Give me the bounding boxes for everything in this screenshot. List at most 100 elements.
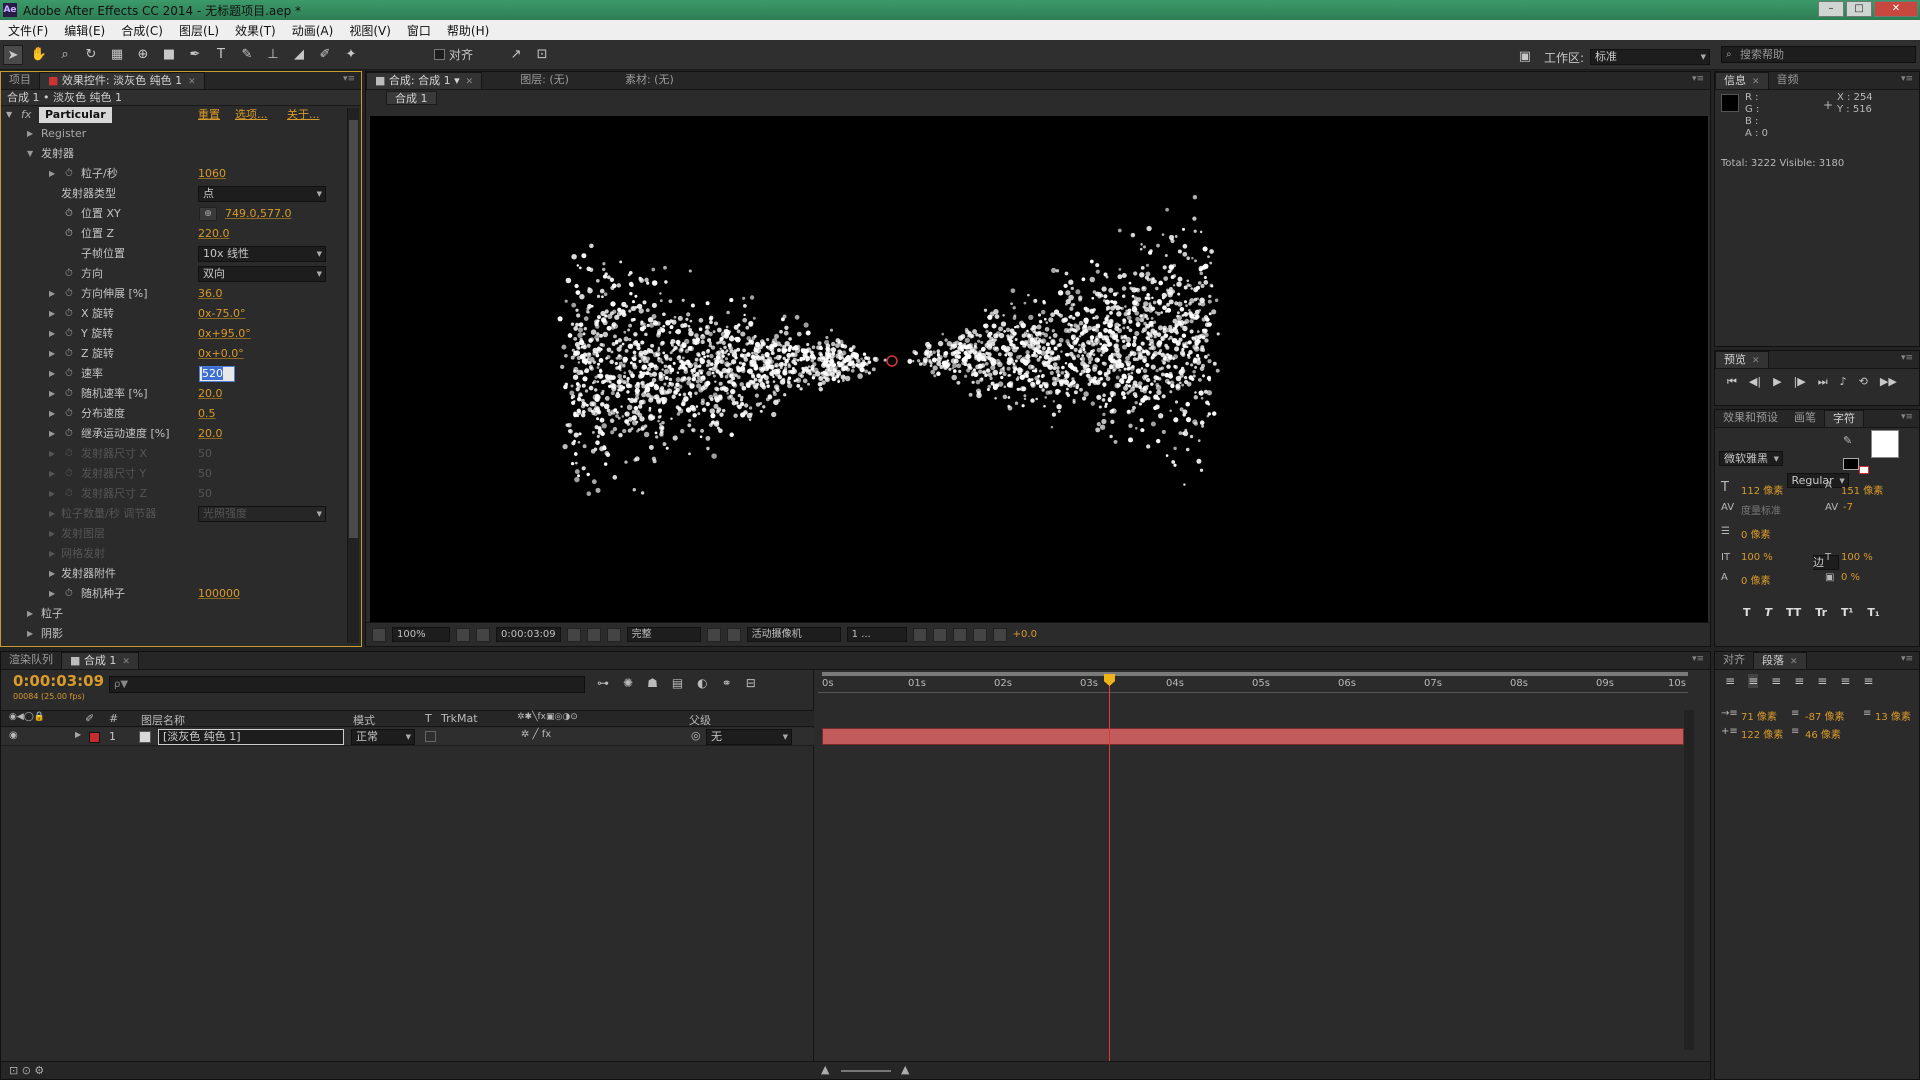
frame-blending-icon[interactable]: ▤ (672, 676, 683, 690)
justify-all-icon[interactable]: ≡ (1863, 674, 1873, 688)
pan-behind-tool-icon[interactable]: ⊕ (133, 45, 153, 65)
parent-select[interactable]: 无 (706, 729, 792, 745)
property-row[interactable]: ⏱ ⏱ 位置 XY ⊕ 749.0,577.0 (1, 204, 361, 224)
align-left-icon[interactable]: ≡ (1725, 674, 1735, 688)
property-value[interactable]: 0.5 (198, 404, 216, 424)
layer-label-color[interactable] (89, 732, 100, 743)
stopwatch-icon[interactable]: ⏱ (65, 444, 73, 464)
property-row[interactable]: ▶ ⏱ 发射器尺寸 X 50 (1, 444, 361, 464)
snap-icon[interactable]: ↗ (506, 45, 526, 65)
tab-audio[interactable]: 音频 (1769, 72, 1807, 89)
small-caps-button[interactable]: Tr (1815, 606, 1827, 619)
options-link[interactable]: 选项... (235, 106, 268, 124)
close-tab-icon[interactable]: ✕ (188, 77, 196, 87)
indent-right-field[interactable]: -87 像素 (1805, 708, 1845, 723)
menu-composition[interactable]: 合成(C) (113, 22, 171, 39)
property-dropdown[interactable]: 光照强度 (198, 506, 326, 522)
property-value[interactable]: 20.0 (198, 424, 223, 444)
collapse-triangle-icon[interactable]: ▼ (6, 106, 12, 124)
property-row[interactable]: ▶ 粒子数量/秒 调节器 光照强度 (1, 504, 361, 524)
stopwatch-icon[interactable]: ⏱ (65, 344, 73, 364)
stopwatch-icon[interactable]: ⏱ (65, 384, 73, 404)
expand-triangle-icon[interactable]: ▶ (75, 730, 81, 739)
reset-link[interactable]: 重置 (198, 106, 220, 124)
eraser-icon[interactable]: ◢ (289, 45, 309, 65)
baseline-shift-field[interactable]: 0 像素 (1741, 572, 1771, 587)
column-layer-name[interactable]: 图层名称 (141, 712, 185, 728)
property-value[interactable]: 0x+0.0° (198, 344, 244, 364)
collapse-triangle-icon[interactable]: ▼ (27, 144, 33, 164)
panel-menu-icon[interactable]: ▾≡ (1901, 412, 1913, 422)
expand-triangle-icon[interactable]: ▶ (49, 484, 55, 504)
zoom-in-icon[interactable]: ▲ (901, 1063, 909, 1076)
property-value[interactable]: 749.0,577.0 (225, 204, 291, 224)
property-row[interactable]: ▶ ⏱ 方向伸展 [%] 36.0 (1, 284, 361, 304)
stopwatch-icon[interactable]: ⏱ (65, 204, 73, 224)
expand-triangle-icon[interactable]: ▶ (49, 404, 55, 424)
property-value[interactable]: 100000 (198, 584, 240, 604)
property-row[interactable]: ⏱ ⏱ 位置 Z 220.0 (1, 224, 361, 244)
panel-menu-icon[interactable]: ▾≡ (1901, 74, 1913, 84)
stopwatch-icon[interactable]: ⏱ (65, 424, 73, 444)
grid-snap-icon[interactable]: ⊡ (532, 45, 552, 65)
timeline-scrollbar[interactable] (1684, 710, 1694, 1050)
tracking-field[interactable]: -7 (1843, 502, 1853, 513)
property-dropdown[interactable]: 点 (198, 186, 326, 202)
effect-controls-scrollbar[interactable] (347, 108, 359, 643)
transparency-grid-icon[interactable] (726, 627, 741, 642)
stopwatch-icon[interactable]: ⏱ (65, 284, 73, 304)
close-tab-icon[interactable]: ✕ (466, 77, 474, 87)
font-style-select[interactable]: Regular (1786, 473, 1849, 488)
toggle-switches-icon[interactable]: ⊡ ⊙ ⚙ (9, 1064, 44, 1077)
parent-pickwhip-icon[interactable]: ◎ (691, 729, 701, 742)
justify-right-icon[interactable]: ≡ (1840, 674, 1850, 688)
align-checkbox[interactable] (434, 49, 445, 60)
stopwatch-icon[interactable]: ⏱ (65, 464, 73, 484)
tab-footage[interactable]: 素材: (无) (617, 72, 682, 89)
minimize-button[interactable]: – (1818, 1, 1844, 17)
property-row[interactable]: ▶ ⏱ 发射器尺寸 Z 50 (1, 484, 361, 504)
eye-icon[interactable]: ◉ (9, 730, 18, 741)
property-row[interactable]: ▶ 发射图层 (1, 524, 361, 544)
exposure-value[interactable]: +0.0 (1013, 629, 1037, 640)
workspace-select[interactable]: 标准 (1590, 49, 1710, 65)
expand-triangle-icon[interactable]: ▶ (27, 624, 33, 644)
tab-brushes[interactable]: 画笔 (1786, 410, 1824, 427)
tab-timeline-comp[interactable]: ■ 合成 1 ✕ (61, 652, 139, 669)
expand-triangle-icon[interactable]: ▶ (49, 544, 55, 564)
stopwatch-icon[interactable]: ⏱ (65, 584, 73, 604)
menu-view[interactable]: 视图(V) (341, 22, 399, 39)
superscript-button[interactable]: T¹ (1841, 606, 1853, 619)
property-row[interactable]: ⏱ 方向 双向 (1, 264, 361, 284)
velocity-edit-field[interactable]: 520 (199, 366, 235, 382)
zoom-slider[interactable] (841, 1070, 891, 1072)
fast-preview-icon[interactable] (932, 627, 947, 642)
property-value[interactable]: 50 (198, 444, 212, 464)
expand-triangle-icon[interactable]: ▶ (49, 464, 55, 484)
stopwatch-icon[interactable]: ⏱ (65, 264, 73, 284)
indent-left-field[interactable]: 71 像素 (1741, 708, 1777, 723)
expand-triangle-icon[interactable]: ▶ (49, 324, 55, 344)
first-frame-icon[interactable]: ⏮ (1727, 375, 1737, 389)
property-row[interactable]: ▶ ⏱ 速率 520 (1, 364, 361, 384)
maximize-button[interactable]: □ (1846, 1, 1872, 17)
expand-triangle-icon[interactable]: ▶ (49, 584, 55, 604)
expand-triangle-icon[interactable]: ▶ (49, 304, 55, 324)
timeline-icon[interactable] (952, 627, 967, 642)
safe-zones-icon[interactable] (456, 627, 470, 642)
channel-icon[interactable] (606, 627, 621, 642)
emitter-group[interactable]: ▼ 发射器 (1, 144, 361, 164)
property-row[interactable]: ▶ ⏱ Z 旋转 0x+0.0° (1, 344, 361, 364)
expand-triangle-icon[interactable]: ▶ (49, 284, 55, 304)
region-of-interest-icon[interactable] (706, 627, 721, 642)
panel-menu-icon[interactable]: ▾≡ (1901, 353, 1913, 363)
toggle-pixel-aspect-icon[interactable] (912, 627, 927, 642)
close-tab-icon[interactable]: ✕ (122, 657, 130, 667)
tab-render-queue[interactable]: 渲染队列 (1, 652, 61, 669)
tab-info[interactable]: 信息 ✕ (1715, 72, 1769, 89)
brainstorm-icon[interactable]: ⚭ (722, 676, 732, 690)
zoom-tool-icon[interactable]: ⌕ (55, 45, 75, 65)
comp-mini-flowchart-icon[interactable]: ⊶ (597, 676, 609, 690)
property-dropdown[interactable]: 10x 线性 (198, 246, 326, 262)
effect-group-row[interactable]: ▶ 阴影 (1, 624, 361, 644)
